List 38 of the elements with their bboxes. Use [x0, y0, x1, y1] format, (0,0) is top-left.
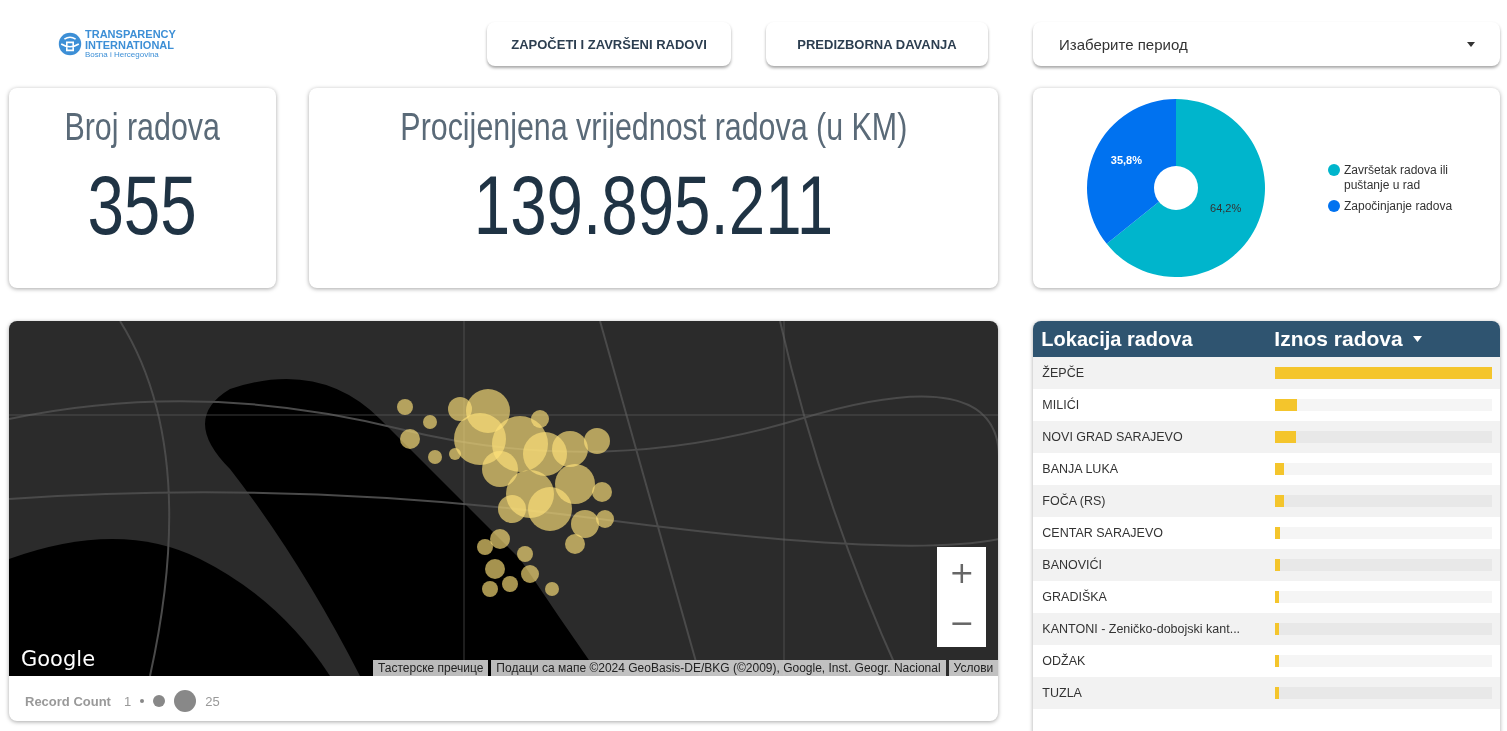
- table-cell-text: TUZLA: [1041, 686, 1083, 700]
- table-cell-text: GRADIŠKA: [1041, 590, 1108, 604]
- size-dot-icon: [174, 690, 197, 712]
- table-cell-text: BANOVIĆI: [1041, 558, 1104, 572]
- caret-icon: [1467, 41, 1475, 47]
- slice-label: 64,2%: [1210, 201, 1242, 214]
- table-cell-text: ODŽAK: [1041, 654, 1087, 668]
- legend-min: 1: [123, 693, 132, 709]
- column-header[interactable]: Iznos radova: [1268, 327, 1422, 351]
- attribution-link[interactable]: Подаци са мапе ©2024 GeoBasis-DE/BKG (©2009), Google, Inst. Geogr. Nacional: [491, 660, 946, 676]
- nav-button[interactable]: ZAPOČETI I ZAVRŠENI RADOVI: [487, 22, 731, 66]
- sort-caret-icon: [1412, 336, 1422, 342]
- kpi-label: Procijenjena vrijednost radova (u KM): [400, 106, 907, 149]
- kpi-value: 355: [87, 157, 198, 254]
- attribution-link[interactable]: Тастерске пречице: [372, 660, 489, 676]
- period-select[interactable]: Изаберите период: [1033, 22, 1500, 66]
- globe-icon: [58, 32, 82, 56]
- table-cell-text: CENTAR SARAJEVO: [1041, 526, 1164, 540]
- column-header[interactable]: Lokacija radova: [1033, 327, 1269, 351]
- table-cell-text: ŽEPČE: [1041, 366, 1085, 380]
- table-cell-text: BANJA LUKA: [1041, 462, 1120, 476]
- attribution-link[interactable]: Услови: [948, 660, 999, 676]
- legend-label: Započinjanje radova: [1344, 198, 1453, 214]
- kpi-label: Broj radova: [64, 106, 221, 149]
- table-cell-text: MILIĆI: [1041, 398, 1081, 412]
- size-dot-icon: [153, 695, 166, 707]
- legend-label: Završetak radova ili puštanje u rad: [1344, 162, 1450, 193]
- slice-label: 35,8%: [1110, 154, 1142, 167]
- table-cell-text: KANTONI - Zeničko-dobojski kant...: [1041, 622, 1242, 636]
- kpi-value: 139.895.211: [473, 157, 834, 254]
- map-brand-text: Google: [21, 647, 96, 671]
- size-dot-icon: [140, 699, 145, 703]
- legend-title: Record Count: [25, 693, 111, 709]
- table-cell-text: NOVI GRAD SARAJEVO: [1041, 430, 1184, 444]
- legend-max: 25: [205, 693, 220, 709]
- logo-wordmark: TRANSPARENCY INTERNATIONAL Bosna i Hercegovina: [85, 29, 176, 59]
- table-cell-text: FOČA (RS): [1041, 494, 1107, 508]
- nav-button[interactable]: PREDIZBORNA DAVANJA: [766, 22, 988, 66]
